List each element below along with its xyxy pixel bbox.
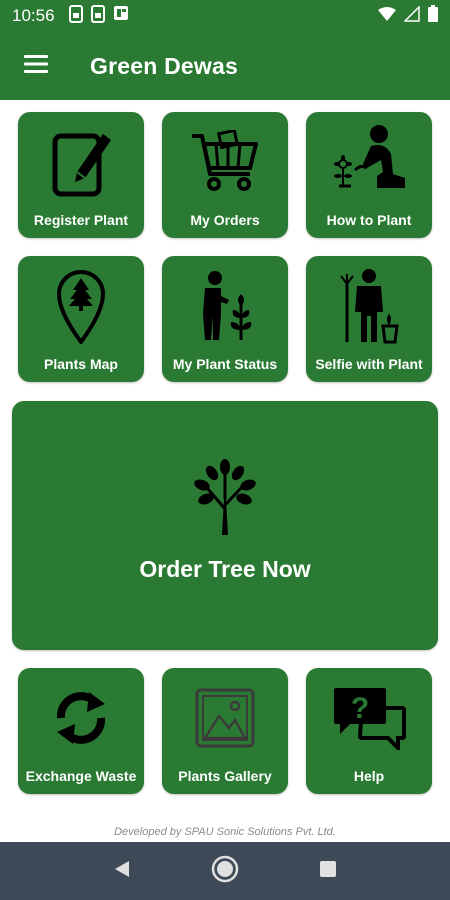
back-triangle-icon xyxy=(113,859,131,884)
developer-credit: Developed by SPAU Sonic Solutions Pvt. L… xyxy=(114,826,336,838)
exchange-waste-tile[interactable]: Exchange Waste xyxy=(18,668,144,794)
map-pin-tree-icon xyxy=(18,266,144,346)
status-system-icons xyxy=(378,4,438,27)
tile-label: My Plant Status xyxy=(172,356,278,372)
how-to-plant-tile[interactable]: How to Plant xyxy=(306,112,432,238)
hamburger-menu-icon xyxy=(24,54,48,78)
image-gallery-icon xyxy=(162,678,288,758)
home-circle-icon xyxy=(211,855,239,888)
system-nav-bar xyxy=(0,842,450,900)
svg-text:?: ? xyxy=(351,692,369,725)
plants-gallery-tile[interactable]: Plants Gallery xyxy=(162,668,288,794)
tile-row-3: Exchange Waste Plants Gallery ? Help xyxy=(18,668,432,794)
sim-card-icon xyxy=(90,4,105,28)
plants-map-tile[interactable]: Plants Map xyxy=(18,256,144,382)
person-watering-plant-icon xyxy=(162,266,288,346)
order-tree-now-label: Order Tree Now xyxy=(139,556,311,582)
shopping-cart-icon xyxy=(162,122,288,202)
person-planting-icon xyxy=(306,122,432,202)
app-bar: Green Dewas xyxy=(0,32,450,100)
tile-label: Plants Gallery xyxy=(178,768,272,784)
order-tree-now-button[interactable]: Order Tree Now xyxy=(12,401,438,650)
my-orders-tile[interactable]: My Orders xyxy=(162,112,288,238)
recycle-arrows-icon xyxy=(18,678,144,758)
tile-label: My Orders xyxy=(190,212,260,228)
tile-label: How to Plant xyxy=(326,212,412,228)
notepad-pencil-icon xyxy=(18,122,144,202)
tile-label: Selfie with Plant xyxy=(315,356,423,372)
tile-row-2: Plants Map My Plant Status Selfie with P… xyxy=(18,256,432,382)
status-bar: 10:56 xyxy=(0,0,450,32)
news-icon xyxy=(113,5,129,28)
page-title: Green Dewas xyxy=(90,52,238,79)
help-tile[interactable]: ? Help xyxy=(306,668,432,794)
signal-icon xyxy=(403,4,420,27)
status-time: 10:56 xyxy=(12,6,55,25)
recents-square-icon xyxy=(319,860,337,883)
battery-icon xyxy=(428,5,438,27)
tile-label: Register Plant xyxy=(33,212,129,228)
back-button[interactable] xyxy=(102,851,142,891)
tile-label: Help xyxy=(353,768,385,784)
tree-icon xyxy=(12,459,438,537)
selfie-with-plant-tile[interactable]: Selfie with Plant xyxy=(306,256,432,382)
question-chat-icon: ? xyxy=(306,678,432,758)
tile-row-1: Register Plant My Orders How to Plant xyxy=(18,112,432,238)
my-plant-status-tile[interactable]: My Plant Status xyxy=(162,256,288,382)
wifi-icon xyxy=(378,6,396,26)
tile-label: Exchange Waste xyxy=(25,768,137,784)
register-plant-tile[interactable]: Register Plant xyxy=(18,112,144,238)
status-notification-icons xyxy=(68,4,129,28)
sim-card-icon xyxy=(68,4,83,28)
menu-button[interactable] xyxy=(0,32,72,100)
home-button[interactable] xyxy=(205,851,245,891)
recents-button[interactable] xyxy=(308,851,348,891)
tile-label: Plants Map xyxy=(44,356,118,372)
person-with-plant-icon xyxy=(306,266,432,346)
